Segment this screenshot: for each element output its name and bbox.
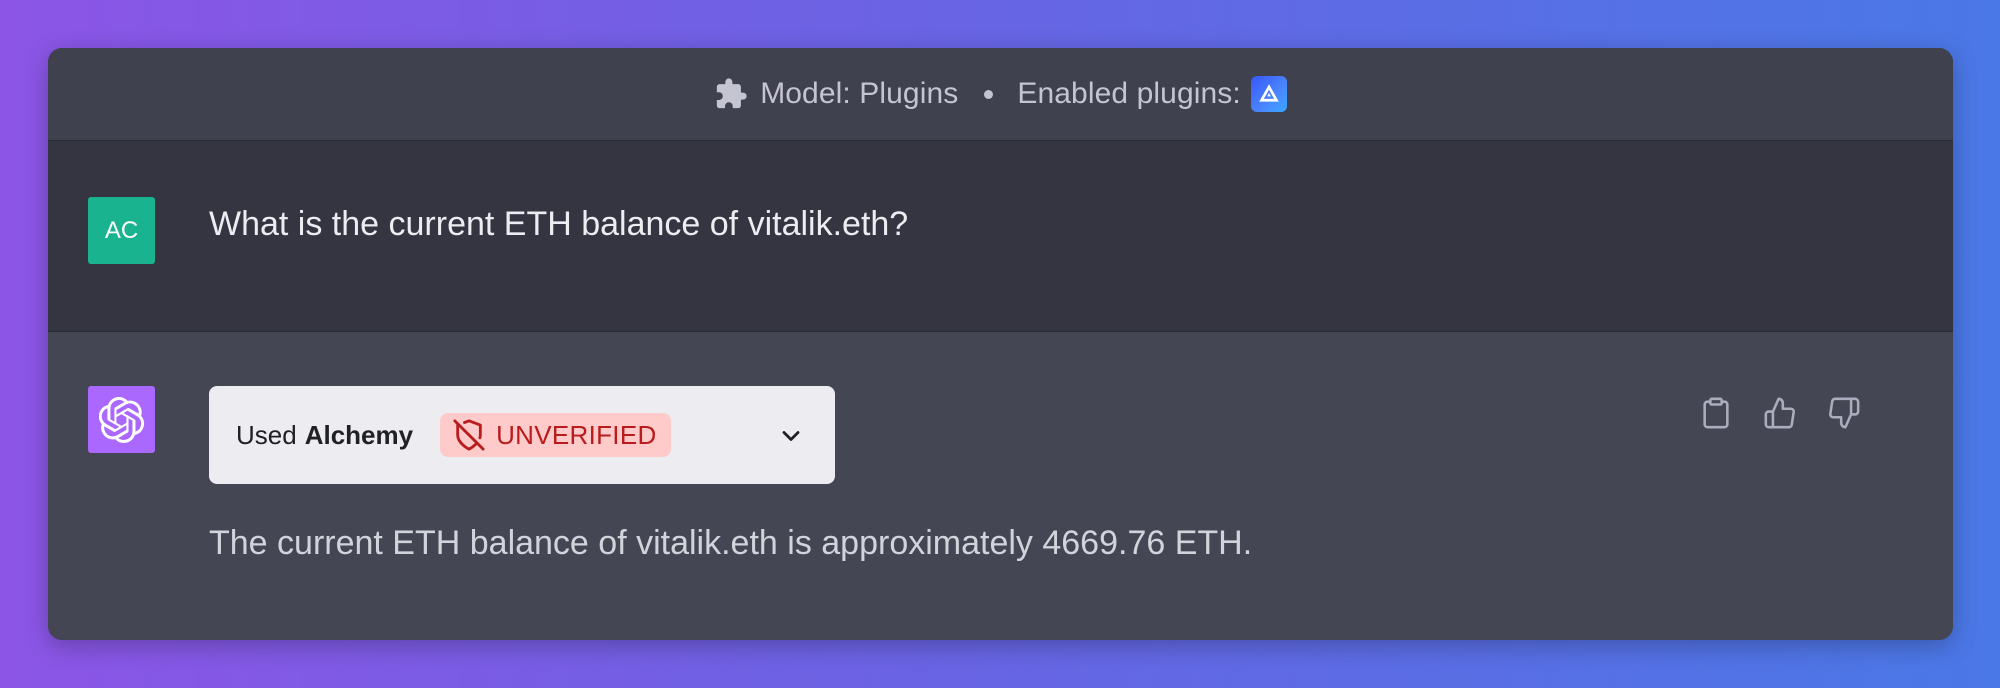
chat-window: Model: Plugins Enabled plugins: AC What … [48, 48, 1953, 640]
thumbs-up-icon[interactable] [1761, 394, 1799, 432]
shield-off-icon [452, 418, 486, 452]
status-badge-label: UNVERIFIED [496, 419, 657, 450]
separator-dot [984, 89, 994, 99]
enabled-plugins-label: Enabled plugins: [1017, 77, 1241, 110]
user-message-row: AC What is the current ETH balance of vi… [48, 141, 1953, 332]
chevron-down-icon[interactable] [777, 422, 805, 450]
plugin-name: Alchemy [304, 419, 414, 450]
openai-logo-icon [88, 386, 155, 453]
assistant-message-text: The current ETH balance of vitalik.eth i… [209, 524, 1253, 562]
user-avatar: AC [88, 197, 155, 264]
copy-icon[interactable] [1697, 394, 1735, 432]
thumbs-down-icon[interactable] [1825, 394, 1863, 432]
puzzle-icon [714, 77, 748, 111]
model-info-bar: Model: Plugins Enabled plugins: [48, 48, 1953, 141]
alchemy-logo-icon [1250, 76, 1287, 112]
assistant-message-row: Used Alchemy UNVERIFIED The current ETH [48, 332, 1953, 640]
plugin-usage-dropdown[interactable]: Used Alchemy UNVERIFIED [209, 386, 835, 484]
model-label: Model: Plugins [760, 77, 959, 110]
status-badge: UNVERIFIED [440, 413, 671, 457]
user-message-text: What is the current ETH balance of vital… [209, 205, 909, 243]
used-label: Used [236, 419, 297, 450]
message-actions [1697, 394, 1863, 432]
